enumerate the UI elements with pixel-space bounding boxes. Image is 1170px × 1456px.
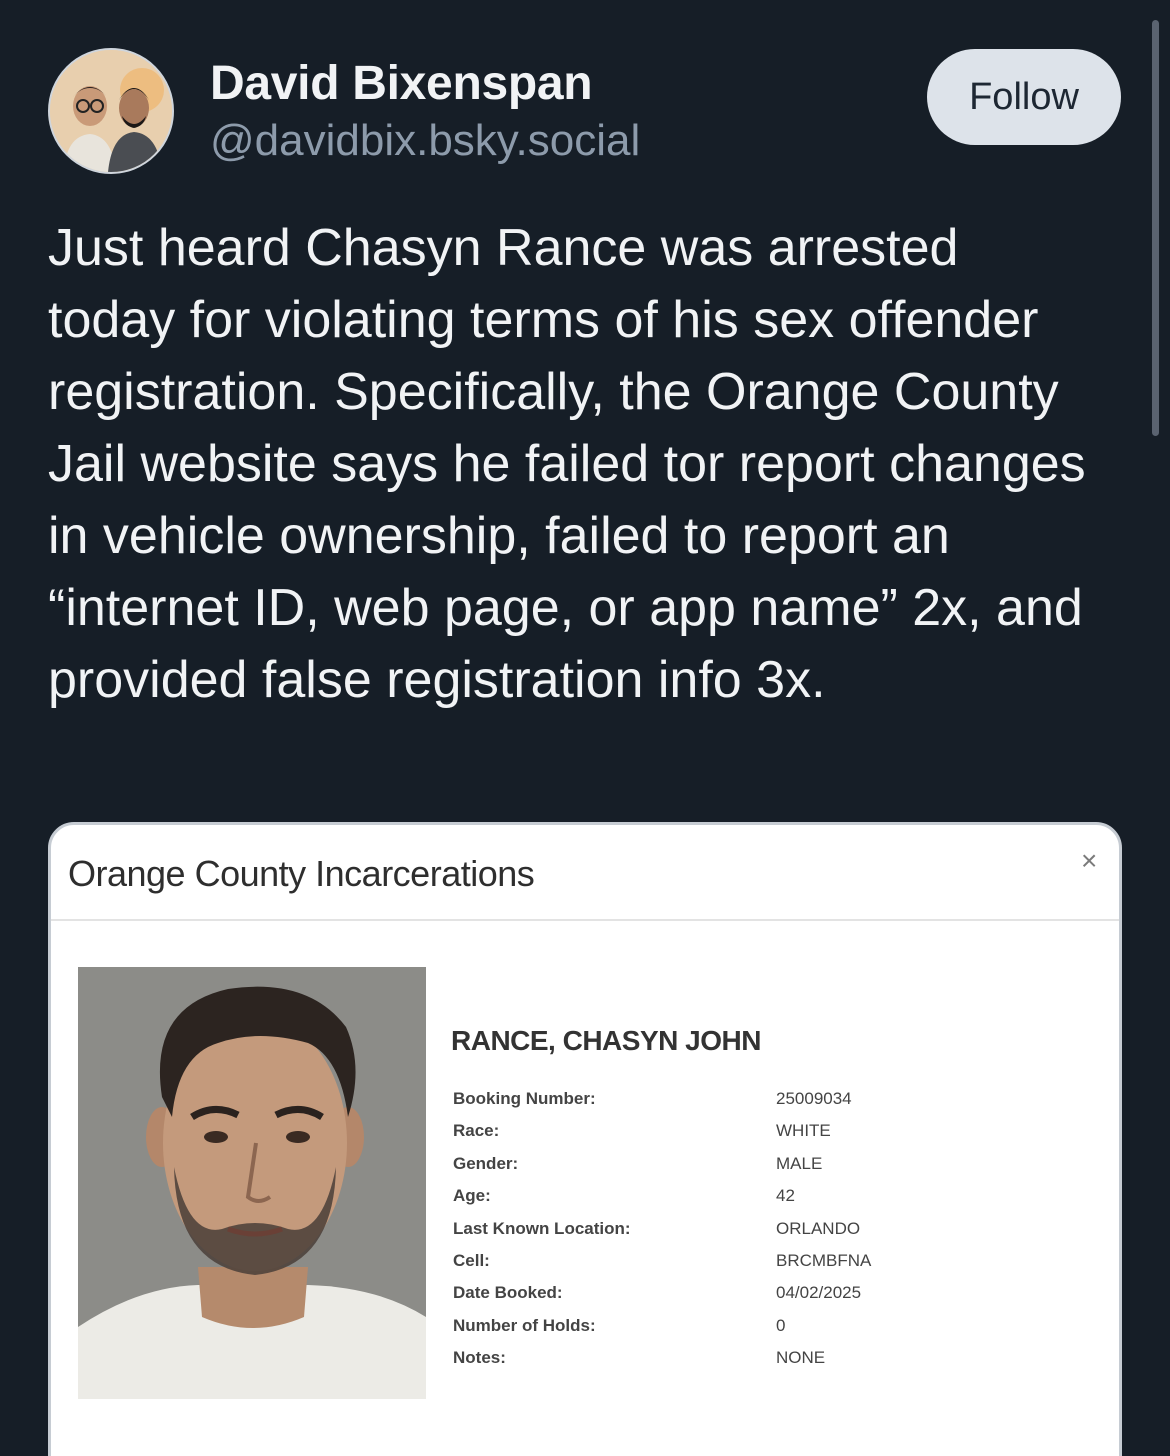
inmate-name: RANCE, CHASYN JOHN	[451, 1025, 761, 1056]
detail-label: Date Booked:	[453, 1283, 563, 1303]
author-handle[interactable]: @davidbix.bsky.social	[210, 116, 640, 166]
close-icon: ×	[1081, 845, 1098, 876]
post-text: Just heard Chasyn Rance was arrested tod…	[48, 219, 1086, 709]
detail-label: Notes:	[453, 1348, 506, 1368]
modal-title: Orange County Incarcerations	[68, 853, 535, 894]
detail-value: NONE	[776, 1348, 826, 1368]
author-display-name[interactable]: David Bixenspan	[210, 56, 593, 111]
detail-label: Booking Number:	[453, 1089, 596, 1108]
modal-divider	[51, 919, 1119, 921]
detail-value: 42	[776, 1186, 795, 1206]
detail-value: ORLANDO	[776, 1218, 861, 1238]
detail-value: MALE	[776, 1153, 823, 1173]
detail-label: Number of Holds:	[453, 1315, 596, 1335]
post: David Bixenspan @davidbix.bsky.social Fo…	[0, 0, 1170, 1456]
detail-labels: Booking Number: Race: Gender: Age: Last …	[453, 1083, 631, 1375]
detail-value: 25009034	[776, 1089, 852, 1108]
detail-label: Race:	[453, 1121, 500, 1141]
avatar[interactable]	[48, 48, 174, 174]
mugshot-photo	[78, 967, 426, 1399]
embedded-image[interactable]: Orange County Incarcerations × RANCE, CH…	[48, 822, 1122, 1456]
follow-button[interactable]: Follow	[927, 49, 1121, 145]
detail-label: Cell:	[453, 1250, 490, 1270]
scrollbar[interactable]	[1152, 20, 1159, 436]
detail-value: BRCMBFNA	[776, 1250, 872, 1270]
detail-value: 0	[776, 1315, 786, 1335]
detail-value: 04/02/2025	[776, 1283, 862, 1303]
detail-values: 25009034 WHITE MALE 42 ORLANDO BRCMBFNA …	[776, 1083, 871, 1375]
detail-label: Gender:	[453, 1153, 519, 1173]
detail-label: Last Known Location:	[453, 1218, 631, 1238]
detail-value: WHITE	[776, 1121, 831, 1141]
detail-label: Age:	[453, 1186, 491, 1206]
